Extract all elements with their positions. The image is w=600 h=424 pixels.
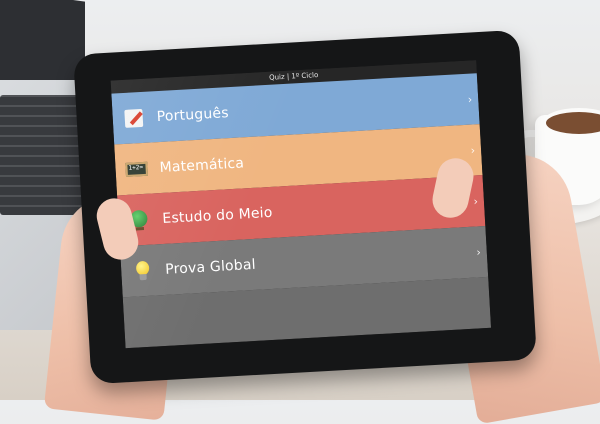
app-title: Quiz | 1º Ciclo [268,71,319,82]
tablet: Quiz | 1º Ciclo Português › 1+2= Matemát… [73,29,537,385]
chevron-right-icon: › [470,143,476,157]
chevron-right-icon: › [467,92,473,106]
chalkboard-icon: 1+2= [125,157,148,180]
lightbulb-icon [131,259,154,282]
chevron-right-icon: › [473,194,479,208]
pencil-paper-icon [122,106,145,129]
chevron-right-icon: › [476,245,482,259]
menu-item-label: Prova Global [164,256,257,278]
menu-item-label: Português [156,104,230,125]
menu-item-label: Estudo do Meio [161,204,273,227]
menu-item-label: Matemática [159,154,245,176]
